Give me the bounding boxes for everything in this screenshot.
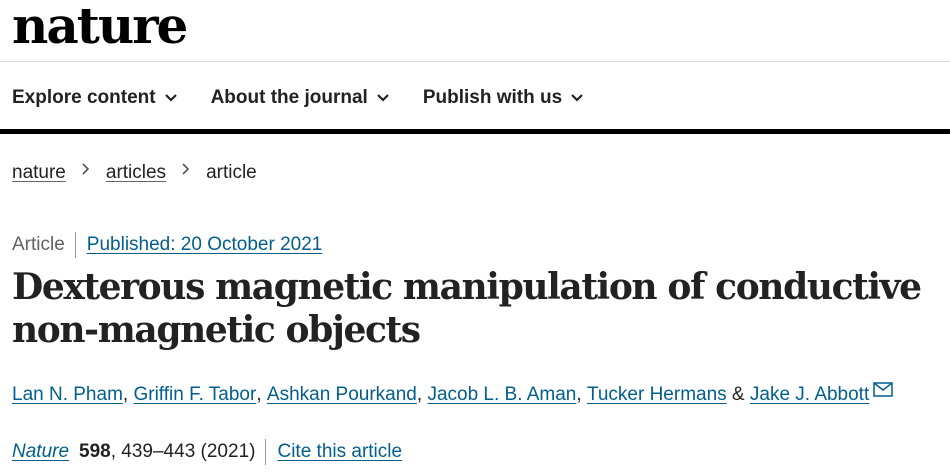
author-link[interactable]: Griffin F. Tabor — [133, 384, 256, 406]
article-title: Dexterous magnetic manipulation of condu… — [12, 266, 922, 351]
author-link[interactable]: Jacob L. B. Aman — [427, 384, 576, 406]
nav-publish-with-us-label: Publish with us — [422, 87, 563, 108]
author-link[interactable]: Lan N. Pham — [12, 384, 123, 406]
breadcrumb: nature articles article — [12, 162, 257, 184]
article-meta: Article Published: 20 October 2021 — [12, 232, 322, 258]
nav-explore-content[interactable]: Explore content — [12, 87, 177, 109]
breadcrumb-nature[interactable]: nature — [12, 162, 66, 184]
author-link[interactable]: Tucker Hermans — [587, 384, 727, 406]
author-separator: , — [576, 384, 587, 405]
nav-about-journal[interactable]: About the journal — [211, 87, 389, 109]
citation-divider — [265, 439, 267, 465]
chevron-down-icon — [377, 94, 389, 102]
breadcrumb-current: article — [206, 162, 257, 183]
author-separator: & — [726, 384, 750, 405]
author-list: Lan N. Pham, Griffin F. Tabor, Ashkan Po… — [12, 381, 893, 406]
author-link[interactable]: Ashkan Pourkand — [267, 384, 417, 406]
article-type: Article — [12, 232, 76, 258]
chevron-down-icon — [164, 94, 177, 102]
nav-publish-with-us[interactable]: Publish with us — [423, 87, 583, 109]
header-divider — [0, 61, 950, 62]
citation-line: Nature 598 , 439–443 (2021) Cite this ar… — [12, 439, 402, 465]
journal-link[interactable]: Nature — [12, 441, 69, 463]
cite-article-link[interactable]: Cite this article — [277, 441, 402, 463]
volume: 598 — [79, 441, 111, 462]
chevron-right-icon — [182, 163, 190, 175]
author-separator: , — [256, 384, 267, 405]
pages-year: , 439–443 (2021) — [110, 441, 256, 462]
nav-explore-content-label: Explore content — [12, 87, 156, 108]
chevron-down-icon — [571, 94, 583, 102]
nav-divider — [0, 129, 950, 134]
author-link[interactable]: Jake J. Abbott — [750, 384, 869, 406]
email-icon[interactable] — [873, 381, 893, 397]
author-separator: , — [416, 384, 428, 405]
chevron-right-icon — [82, 163, 90, 175]
author-separator: , — [122, 384, 134, 405]
nav-about-journal-label: About the journal — [210, 87, 368, 108]
main-nav: Explore content About the journal Publis… — [12, 84, 617, 112]
nature-logo[interactable]: nature — [12, 0, 188, 54]
published-date-link[interactable]: Published: 20 October 2021 — [87, 234, 323, 256]
breadcrumb-articles[interactable]: articles — [106, 162, 166, 184]
